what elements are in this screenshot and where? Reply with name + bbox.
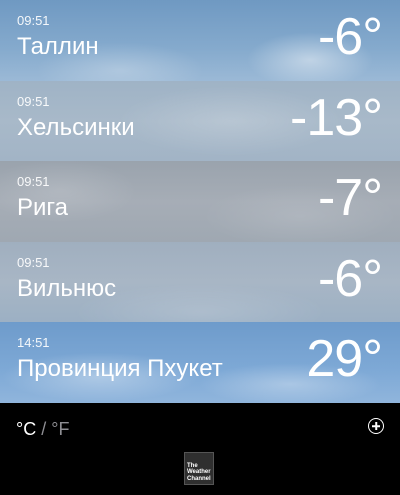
temperature: 29°	[306, 330, 383, 389]
local-time: 09:51	[17, 93, 50, 109]
add-city-icon[interactable]	[368, 418, 384, 434]
logo-line: Channel	[187, 475, 211, 482]
city-row-vilnius[interactable]: 09:51 Вильнюс -6°	[0, 241, 400, 323]
local-time: 09:51	[17, 174, 50, 190]
city-list: 09:51 Таллин -6° 09:51 Хельсинки -13° 09…	[0, 0, 400, 403]
city-name: Вильнюс	[17, 274, 117, 302]
local-time: 14:51	[17, 335, 50, 351]
temperature: -6°	[317, 249, 383, 308]
city-name: Таллин	[17, 33, 99, 60]
weather-channel-logo[interactable]: The Weather Channel	[184, 452, 214, 485]
unit-separator: /	[41, 419, 47, 439]
local-time: 09:51	[17, 13, 50, 28]
city-name: Хельсинки	[17, 113, 135, 141]
temperature: -7°	[317, 169, 383, 228]
city-row-riga[interactable]: 09:51 Рига -7°	[0, 161, 400, 242]
fahrenheit-option[interactable]: °F	[51, 419, 69, 439]
local-time: 09:51	[17, 254, 50, 270]
city-row-tallinn[interactable]: 09:51 Таллин -6°	[0, 0, 400, 81]
temperature: -13°	[290, 88, 383, 147]
temperature: -6°	[317, 8, 383, 66]
celsius-option[interactable]: °C	[16, 419, 36, 439]
footer-bar: °C / °F The Weather Channel	[0, 403, 400, 495]
unit-toggle[interactable]: °C / °F	[16, 419, 69, 440]
city-name: Рига	[17, 194, 68, 222]
city-row-helsinki[interactable]: 09:51 Хельсинки -13°	[0, 80, 400, 162]
city-row-phuket[interactable]: 14:51 Провинция Пхукет 29°	[0, 322, 400, 403]
city-name: Провинция Пхукет	[17, 355, 223, 383]
